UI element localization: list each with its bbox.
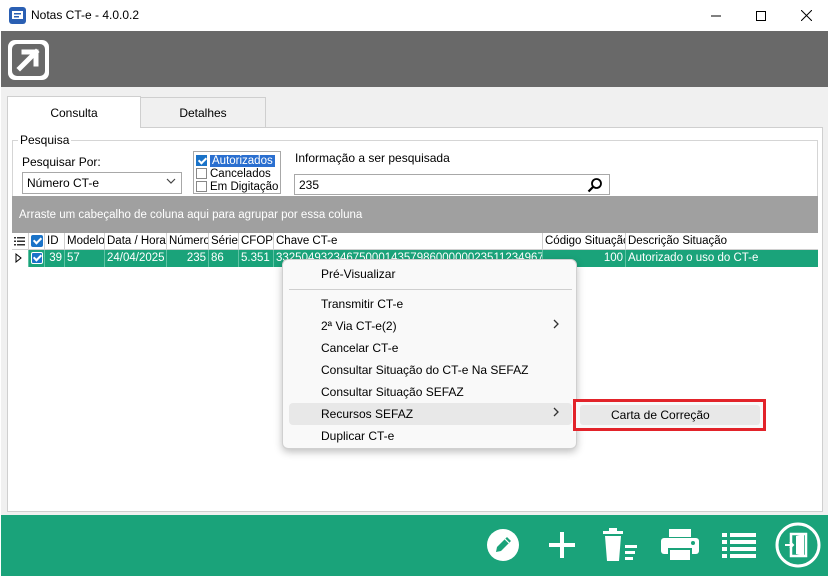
menu-item-label: Cancelar CT-e xyxy=(321,341,399,355)
column-header-id[interactable]: ID xyxy=(45,233,65,250)
menu-item-cancelar[interactable]: Cancelar CT-e xyxy=(289,337,572,359)
tab-label: Detalhes xyxy=(179,105,227,120)
row-indicator-icon xyxy=(12,250,29,267)
menu-item-label: 2ª Via CT-e(2) xyxy=(321,319,397,333)
maximize-icon xyxy=(756,10,766,21)
column-chooser-icon[interactable] xyxy=(12,233,29,250)
checkbox-checked-icon[interactable] xyxy=(31,252,43,264)
search-by-label: Pesquisar Por: xyxy=(22,155,101,169)
menu-item-label: Duplicar CT-e xyxy=(321,429,395,443)
arrow-logo-icon xyxy=(12,44,45,76)
top-toolbar xyxy=(1,31,828,87)
cell-id: 39 xyxy=(45,250,65,267)
grid-header: ID Modelo Data / Hora Número Série CFOP … xyxy=(12,233,818,250)
menu-item-consultar-situacao-sefaz[interactable]: Consultar Situação SEFAZ xyxy=(289,381,572,403)
row-checkbox[interactable] xyxy=(29,250,45,267)
status-option-autorizados[interactable]: Autorizados xyxy=(196,154,275,167)
tab-detalhes[interactable]: Detalhes xyxy=(140,97,266,127)
menu-item-label: Recursos SEFAZ xyxy=(321,407,414,421)
printer-icon xyxy=(661,529,699,562)
menu-item-label: Carta de Correção xyxy=(611,408,710,422)
checkbox-icon[interactable] xyxy=(196,168,207,179)
search-value: 235 xyxy=(299,178,320,192)
plus-icon xyxy=(549,532,575,558)
close-icon xyxy=(800,10,812,21)
status-filter-list: Autorizados Cancelados Em Digitação xyxy=(193,151,281,194)
status-option-em-digitacao[interactable]: Em Digitação xyxy=(196,180,278,193)
chevron-right-icon xyxy=(552,406,560,420)
tab-consulta[interactable]: Consulta xyxy=(7,96,141,128)
menu-item-duplicar[interactable]: Duplicar CT-e xyxy=(289,425,572,447)
cell-descricao-situacao: Autorizado o uso do CT-e xyxy=(628,252,759,264)
chevron-right-icon xyxy=(552,318,560,332)
status-option-label: Em Digitação xyxy=(210,180,279,193)
column-header-data-hora[interactable]: Data / Hora xyxy=(105,233,167,250)
trash-icon xyxy=(603,528,637,561)
cell-cfop: 5.351 xyxy=(239,250,274,267)
search-group: Pesquisa Pesquisar Por: Número CT-e Auto… xyxy=(12,133,818,200)
edit-button[interactable] xyxy=(481,523,525,567)
menu-item-transmitir[interactable]: Transmitir CT-e xyxy=(289,293,572,315)
chevron-down-icon xyxy=(166,176,176,189)
column-header-cfop[interactable]: CFOP xyxy=(239,233,274,250)
menu-item-recursos-sefaz[interactable]: Recursos SEFAZ xyxy=(289,403,572,425)
submenu-recursos-sefaz: Carta de Correção xyxy=(573,399,766,431)
exit-door-icon xyxy=(775,522,821,568)
list-button[interactable] xyxy=(717,523,761,567)
column-header-descricao-situacao[interactable]: Descrição Situação xyxy=(626,233,818,250)
menu-item-label: Transmitir CT-e xyxy=(321,297,404,311)
checkbox-checked-icon[interactable] xyxy=(196,155,207,166)
app-icon xyxy=(9,7,26,24)
menu-item-label: Consultar Situação SEFAZ xyxy=(321,385,464,399)
column-header-serie[interactable]: Série xyxy=(209,233,239,250)
minimize-icon xyxy=(711,15,721,16)
edit-icon xyxy=(487,529,519,561)
group-by-panel[interactable]: Arraste um cabeçalho de coluna aqui para… xyxy=(12,196,818,233)
column-header-codigo-situacao[interactable]: Código Situação xyxy=(543,233,626,250)
exit-button[interactable] xyxy=(774,521,822,569)
logo xyxy=(8,40,49,80)
search-by-select[interactable]: Número CT-e xyxy=(22,172,182,194)
menu-item-pre-visualizar[interactable]: Pré-Visualizar xyxy=(289,263,572,285)
list-icon xyxy=(722,533,756,558)
menu-item-label: Consultar Situação do CT-e Na SEFAZ xyxy=(321,363,529,377)
status-option-label: Autorizados xyxy=(210,154,275,167)
select-all-checkbox[interactable] xyxy=(29,233,45,250)
tab-label: Consulta xyxy=(50,105,98,120)
status-option-label: Cancelados xyxy=(210,167,271,180)
cell-serie: 86 xyxy=(209,250,239,267)
title-bar: Notas CT-e - 4.0.0.2 xyxy=(0,0,829,31)
menu-item-carta-correcao[interactable]: Carta de Correção xyxy=(580,405,760,425)
minimize-button[interactable] xyxy=(693,0,739,31)
cell-modelo: 57 xyxy=(65,250,105,267)
menu-separator xyxy=(289,289,572,290)
cell-numero: 235 xyxy=(167,250,209,267)
checkbox-icon[interactable] xyxy=(196,181,207,192)
menu-item-label: Pré-Visualizar xyxy=(321,267,396,281)
checkbox-checked-icon[interactable] xyxy=(31,235,43,247)
window-title: Notas CT-e - 4.0.0.2 xyxy=(31,8,140,22)
delete-button[interactable] xyxy=(598,523,642,567)
column-header-modelo[interactable]: Modelo xyxy=(65,233,105,250)
info-label: Informação a ser pesquisada xyxy=(295,151,450,165)
add-button[interactable] xyxy=(540,523,584,567)
search-by-value: Número CT-e xyxy=(27,176,100,190)
context-menu: Pré-Visualizar Transmitir CT-e 2ª Via CT… xyxy=(282,259,577,449)
column-header-chave[interactable]: Chave CT-e xyxy=(274,233,543,250)
column-header-numero[interactable]: Número xyxy=(167,233,209,250)
group-hint: Arraste um cabeçalho de coluna aqui para… xyxy=(19,209,363,221)
menu-item-consultar-situacao-cte[interactable]: Consultar Situação do CT-e Na SEFAZ xyxy=(289,359,572,381)
cell-data-hora: 24/04/2025 xyxy=(105,250,167,267)
search-input[interactable]: 235 xyxy=(294,174,610,195)
bottom-action-bar xyxy=(1,515,828,576)
search-group-label: Pesquisa xyxy=(18,133,72,147)
maximize-button[interactable] xyxy=(738,0,784,31)
close-button[interactable] xyxy=(783,0,829,31)
status-option-cancelados[interactable]: Cancelados xyxy=(196,167,271,180)
print-button[interactable] xyxy=(658,523,702,567)
search-icon[interactable] xyxy=(587,177,603,196)
menu-item-segunda-via[interactable]: 2ª Via CT-e(2) xyxy=(289,315,572,337)
